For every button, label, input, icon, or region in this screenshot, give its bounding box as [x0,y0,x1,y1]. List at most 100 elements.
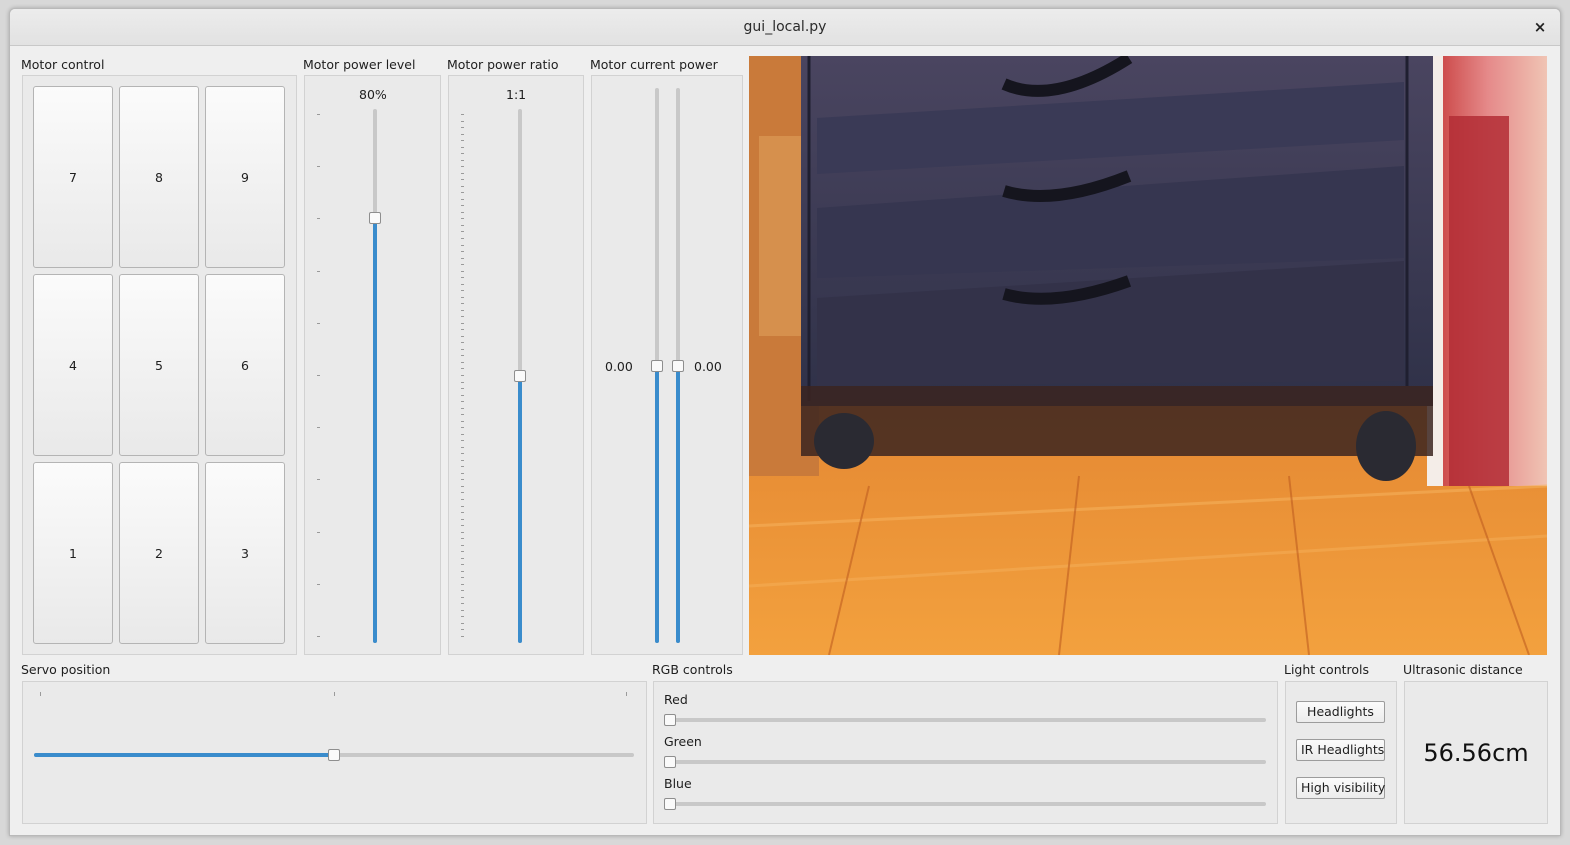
slider-tick [461,368,464,370]
headlights-button[interactable]: Headlights [1296,701,1385,723]
motor-power-level-panel: 80% [304,75,441,655]
title-bar: gui_local.py × [10,9,1560,46]
servo-fill [34,753,334,757]
slider-tick [461,211,464,213]
slider-tick [461,322,464,324]
slider-tick [461,609,464,611]
servo-position-panel [22,681,647,824]
motor-power-ratio-label: Motor power ratio [447,57,559,72]
slider-tick [461,140,464,142]
slider-tick [461,459,464,461]
key-3-button[interactable]: 3 [205,462,285,644]
close-icon[interactable]: × [1530,9,1550,45]
key-9-button[interactable]: 9 [205,86,285,268]
red-slider[interactable] [664,714,676,726]
motor-power-ratio-slider[interactable] [514,370,526,382]
slider-tick [317,583,320,585]
slider-tick [461,120,464,122]
slider-tick [461,355,464,357]
slider-tick [461,427,464,429]
slider-tick [317,427,320,429]
ir-headlights-button[interactable]: IR Headlights [1296,739,1385,761]
slider-tick [461,179,464,181]
blue-groove [670,802,1266,806]
red-groove [670,718,1266,722]
slider-tick [461,479,464,481]
blue-slider[interactable] [664,798,676,810]
rgb-controls-label: RGB controls [652,662,733,677]
slider-tick [461,440,464,442]
slider-tick [461,218,464,220]
key-5-button[interactable]: 5 [119,274,199,456]
slider-tick [461,466,464,468]
camera-feed [749,56,1547,655]
slider-tick [461,192,464,194]
slider-tick [461,525,464,527]
slider-tick [461,381,464,383]
slider-tick [461,159,464,161]
slider-tick [461,290,464,292]
slider-tick [317,270,320,272]
green-groove [670,760,1266,764]
slider-tick [461,166,464,168]
slider-tick [461,296,464,298]
slider-tick [461,505,464,507]
slider-tick [461,570,464,572]
blue-label: Blue [664,776,692,791]
light-controls-label: Light controls [1284,662,1370,677]
ultrasonic-distance-panel: 56.56cm [1404,681,1548,824]
slider-tick [461,577,464,579]
green-slider[interactable] [664,756,676,768]
motor-power-level-slider[interactable] [369,212,381,225]
green-label: Green [664,734,702,749]
light-controls-panel: Headlights IR Headlights High visibility [1285,681,1397,824]
key-4-button[interactable]: 4 [33,274,113,456]
key-8-button[interactable]: 8 [119,86,199,268]
slider-tick [317,636,320,637]
slider-tick [461,342,464,344]
slider-tick [461,596,464,598]
ultrasonic-distance-value: 56.56cm [1423,738,1529,767]
slider-tick [461,277,464,279]
slider-tick [461,205,464,207]
slider-tick [461,420,464,422]
window-title: gui_local.py [743,19,827,35]
left-motor-slider[interactable] [651,359,663,372]
key-1-button[interactable]: 1 [33,462,113,644]
camera-image [749,56,1547,655]
servo-position-slider[interactable] [328,749,340,761]
slider-tick [317,166,320,168]
slider-tick [461,512,464,514]
slider-tick [461,257,464,259]
slider-tick [461,485,464,487]
slider-tick [461,544,464,546]
motor-current-power-label: Motor current power [590,57,718,72]
slider-tick [461,283,464,285]
slider-tick [461,133,464,135]
slider-tick [461,303,464,305]
motor-current-power-panel: 0.00 0.00 [591,75,743,655]
app-window: gui_local.py × Motor control 7 8 9 4 5 6… [9,8,1561,836]
ultrasonic-distance-label: Ultrasonic distance [1403,662,1523,677]
slider-tick [317,218,320,220]
slider-tick [461,231,464,233]
motor-current-power-left-value: 0.00 [605,359,633,374]
key-6-button[interactable]: 6 [205,274,285,456]
slider-tick [461,185,464,187]
motor-control-label: Motor control [21,57,105,72]
right-motor-slider[interactable] [672,359,684,372]
slider-tick [461,335,464,337]
motor-power-ratio-fill [518,376,522,643]
slider-tick [317,114,320,115]
slider-tick [461,590,464,592]
key-7-button[interactable]: 7 [33,86,113,268]
slider-tick [461,153,464,155]
slider-tick [317,479,320,481]
slider-tick [461,114,464,115]
slider-tick [461,244,464,246]
high-visibility-button[interactable]: High visibility [1296,777,1385,799]
servo-tick [40,692,41,696]
slider-tick [461,224,464,226]
key-2-button[interactable]: 2 [119,462,199,644]
slider-tick [461,557,464,559]
